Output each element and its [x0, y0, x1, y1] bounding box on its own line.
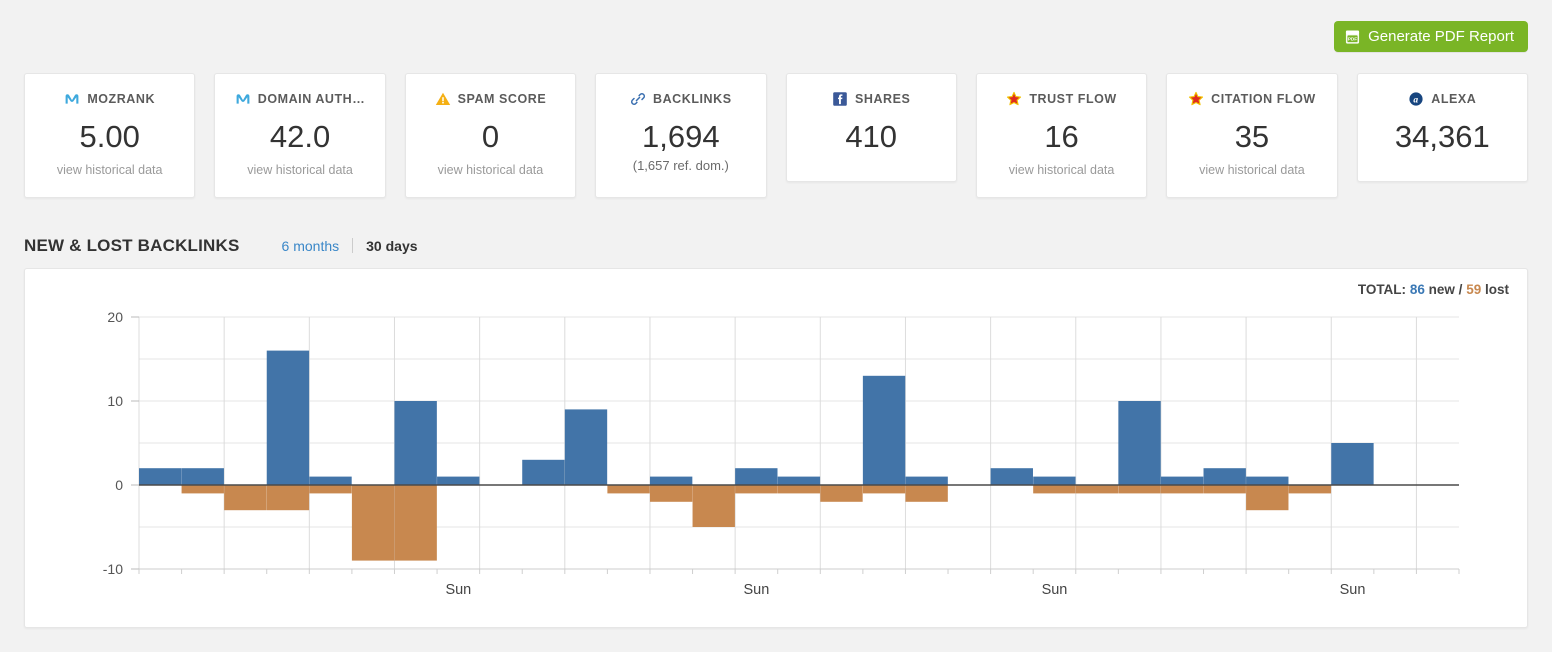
total-prefix: TOTAL: [1358, 282, 1406, 297]
metric-card-alexa[interactable]: a ALEXA 34,361 [1357, 73, 1528, 182]
metric-value: 34,361 [1366, 118, 1519, 156]
total-new-value: 86 [1410, 282, 1425, 297]
metric-card-spam-score[interactable]: SPAM SCORE 0 view historical data [405, 73, 576, 198]
star-icon [1188, 91, 1204, 107]
metric-value: 16 [985, 118, 1138, 156]
metric-label: TRUST FLOW [1029, 92, 1116, 106]
alexa-icon: a [1408, 91, 1424, 107]
metric-card-domain-authority[interactable]: DOMAIN AUTH… 42.0 view historical data [214, 73, 385, 198]
view-historical-data-link[interactable]: view historical data [33, 162, 186, 178]
svg-text:0: 0 [115, 477, 123, 493]
total-lost-value: 59 [1466, 282, 1481, 297]
tab-30-days[interactable]: 30 days [366, 238, 417, 254]
metric-card-header: SPAM SCORE [414, 90, 567, 108]
generate-pdf-report-label: Generate PDF Report [1368, 21, 1514, 52]
metric-label: SPAM SCORE [458, 92, 547, 106]
metric-card-header: DOMAIN AUTH… [223, 90, 376, 108]
svg-text:a: a [1414, 95, 1419, 105]
metric-label: SHARES [855, 92, 910, 106]
metric-card-header: SHARES [795, 90, 948, 108]
pdf-file-icon: PDF [1345, 29, 1360, 45]
moz-logo-icon [64, 91, 80, 107]
svg-text:20: 20 [107, 309, 123, 325]
backlinks-dashboard-page: PDF Generate PDF Report MOZRANK 5.00 vie… [0, 0, 1552, 652]
metric-card-backlinks[interactable]: BACKLINKS 1,694 (1,657 ref. dom.) [595, 73, 766, 198]
tab-6-months[interactable]: 6 months [282, 238, 340, 254]
view-historical-data-link[interactable]: view historical data [414, 162, 567, 178]
view-historical-data-link[interactable]: view historical data [223, 162, 376, 178]
link-chain-icon [630, 91, 646, 107]
svg-text:Sun: Sun [1042, 582, 1068, 598]
section-header: NEW & LOST BACKLINKS 6 months 30 days [24, 236, 418, 256]
warning-icon [435, 91, 451, 107]
total-lost-word: lost [1485, 282, 1509, 297]
svg-text:-10: -10 [103, 561, 123, 577]
metric-value: 0 [414, 118, 567, 156]
metric-card-header: MOZRANK [33, 90, 186, 108]
view-historical-data-link[interactable]: view historical data [985, 162, 1138, 178]
metric-value: 35 [1175, 118, 1328, 156]
new-lost-backlinks-bar-chart[interactable]: 20 10 0 -10 Sun Sun Sun Sun [25, 307, 1529, 607]
svg-text:Sun: Sun [445, 582, 471, 598]
total-new-word: new [1429, 282, 1455, 297]
star-icon [1006, 91, 1022, 107]
svg-text:PDF: PDF [1348, 36, 1357, 41]
metric-card-header: BACKLINKS [604, 90, 757, 108]
metric-card-header: a ALEXA [1366, 90, 1519, 108]
generate-pdf-report-button[interactable]: PDF Generate PDF Report [1334, 21, 1528, 52]
metric-label: ALEXA [1431, 92, 1476, 106]
metric-value: 5.00 [33, 118, 186, 156]
chart-plot-area: 20 10 0 -10 Sun Sun Sun Sun [25, 307, 1529, 607]
svg-text:Sun: Sun [744, 582, 770, 598]
metric-card-citation-flow[interactable]: CITATION FLOW 35 view historical data [1166, 73, 1337, 198]
metric-card-header: TRUST FLOW [985, 90, 1138, 108]
moz-logo-icon [235, 91, 251, 107]
metric-label: MOZRANK [87, 92, 155, 106]
metric-value: 1,694 [604, 118, 757, 156]
backlinks-chart-panel: TOTAL: 86 new / 59 lost 20 10 0 -10 Sun Sun Su… [24, 268, 1528, 628]
date-range-tabs: 6 months 30 days [282, 236, 418, 254]
metric-value: 410 [795, 118, 948, 156]
tab-divider [352, 238, 353, 253]
facebook-icon [832, 91, 848, 107]
chart-total-summary: TOTAL: 86 new / 59 lost [1358, 282, 1509, 297]
metric-card-header: CITATION FLOW [1175, 90, 1328, 108]
metric-label: CITATION FLOW [1211, 92, 1316, 106]
metric-label: DOMAIN AUTH… [258, 92, 366, 106]
metric-card-mozrank[interactable]: MOZRANK 5.00 view historical data [24, 73, 195, 198]
metric-card-shares[interactable]: SHARES 410 [786, 73, 957, 182]
metric-card-row: MOZRANK 5.00 view historical data DOMAIN… [24, 73, 1528, 198]
metric-label: BACKLINKS [653, 92, 732, 106]
view-historical-data-link[interactable]: view historical data [1175, 162, 1328, 178]
total-separator: / [1459, 282, 1463, 297]
metric-value: 42.0 [223, 118, 376, 156]
referring-domains-count: (1,657 ref. dom.) [604, 158, 757, 174]
page-title: NEW & LOST BACKLINKS [24, 236, 240, 256]
svg-text:10: 10 [107, 393, 123, 409]
svg-text:Sun: Sun [1340, 582, 1366, 598]
metric-card-trust-flow[interactable]: TRUST FLOW 16 view historical data [976, 73, 1147, 198]
top-toolbar: PDF Generate PDF Report [0, 0, 1552, 68]
